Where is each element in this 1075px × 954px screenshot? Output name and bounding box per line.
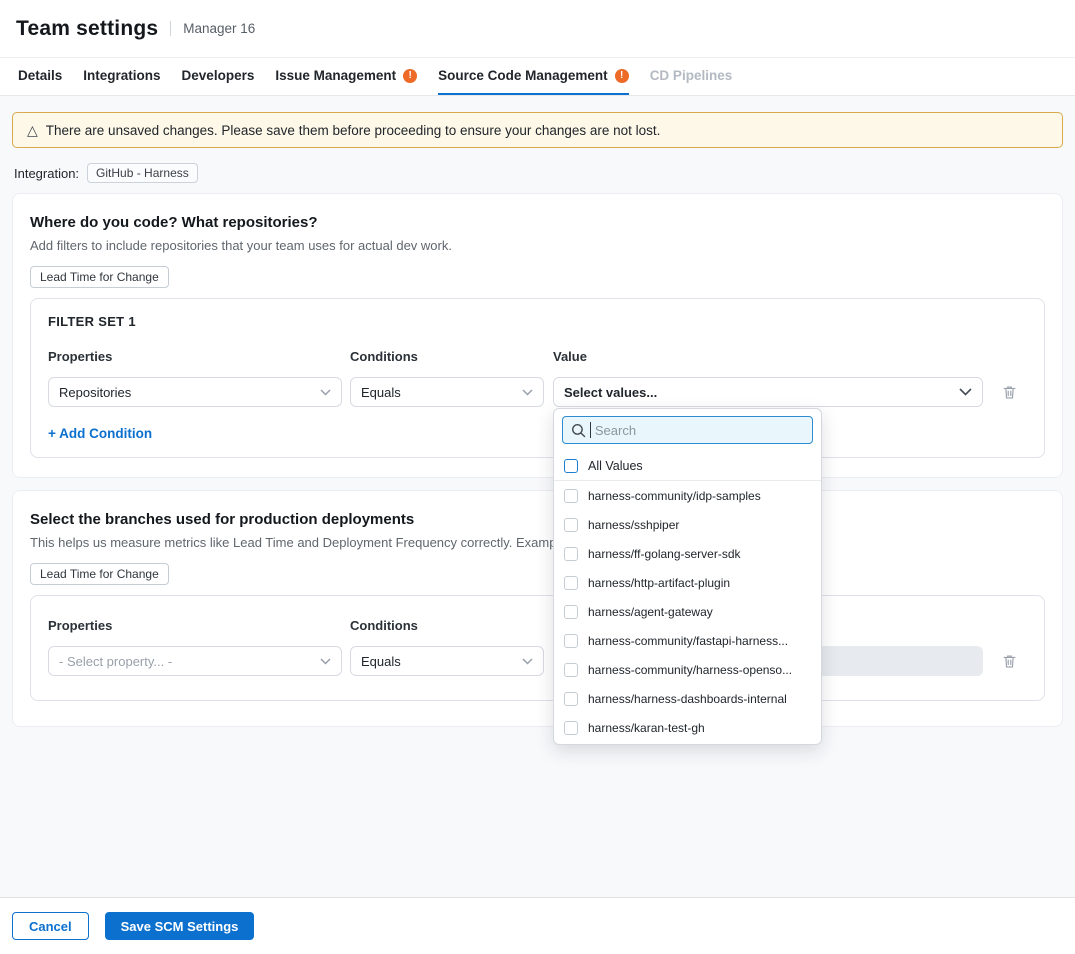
condition-select[interactable]: Equals: [350, 646, 544, 676]
branches-section: Select the branches used for production …: [12, 490, 1063, 727]
unsaved-changes-banner: △ There are unsaved changes. Please save…: [12, 112, 1063, 148]
tab-source-code-management[interactable]: Source Code Management !: [438, 58, 629, 95]
save-scm-settings-button[interactable]: Save SCM Settings: [105, 912, 255, 940]
team-settings-page: Team settings Manager 16 Details Integra…: [0, 0, 1075, 954]
tab-integrations[interactable]: Integrations: [83, 58, 160, 95]
checkbox[interactable]: [564, 721, 578, 735]
trash-icon: [1001, 653, 1018, 670]
list-item[interactable]: harness/karan-test-gh: [554, 713, 821, 742]
section-title: Where do you code? What repositories?: [30, 214, 1045, 231]
value-select[interactable]: Select values...: [553, 377, 983, 407]
property-select[interactable]: Repositories: [48, 377, 342, 407]
filter-set-title: FILTER SET 1: [48, 314, 1027, 329]
list-item[interactable]: harness-community/harness-openso...: [554, 655, 821, 684]
list-item-label: harness/ff-golang-server-sdk: [588, 547, 741, 561]
tab-bar: Details Integrations Developers Issue Ma…: [0, 57, 1075, 96]
chevron-down-icon: [320, 389, 331, 396]
section-title: Select the branches used for production …: [30, 511, 1045, 528]
list-item[interactable]: harness/harness-dashboards-internal: [554, 684, 821, 713]
trash-icon: [1001, 384, 1018, 401]
all-values-option[interactable]: All Values: [554, 451, 821, 481]
filter-column-labels: Properties Conditions Value: [48, 349, 1027, 364]
list-item[interactable]: harness/http-artifact-plugin: [554, 568, 821, 597]
footer-actions: Cancel Save SCM Settings: [12, 912, 254, 940]
tab-cd-pipelines: CD Pipelines: [650, 58, 733, 95]
delete-filter-button[interactable]: [1001, 653, 1018, 670]
warning-badge-icon: !: [403, 69, 417, 83]
checkbox[interactable]: [564, 459, 578, 473]
list-item[interactable]: harness/internal-grid-dashboard: [554, 742, 821, 745]
footer-divider: [0, 897, 1075, 898]
conditions-label: Conditions: [350, 349, 544, 364]
property-select[interactable]: - Select property... -: [48, 646, 342, 676]
banner-text: There are unsaved changes. Please save t…: [46, 123, 661, 138]
dropdown-search[interactable]: [562, 416, 813, 444]
page-subtitle: Manager 16: [170, 21, 255, 36]
list-item[interactable]: harness/sshpiper: [554, 510, 821, 539]
filter-set-branches: Properties Conditions - Select property.…: [30, 595, 1045, 701]
page-header: Team settings Manager 16: [0, 0, 1075, 57]
dropdown-list: harness-community/idp-samples harness/ss…: [554, 481, 821, 745]
checkbox[interactable]: [564, 518, 578, 532]
list-item[interactable]: harness/agent-gateway: [554, 597, 821, 626]
list-item-label: harness/sshpiper: [588, 518, 679, 532]
value-select-dropdown: All Values harness-community/idp-samples…: [553, 408, 822, 745]
list-item-label: harness/agent-gateway: [588, 605, 713, 619]
chevron-down-icon: [522, 389, 533, 396]
warning-badge-icon: !: [615, 69, 629, 83]
condition-select[interactable]: Equals: [350, 377, 544, 407]
warning-triangle-icon: △: [27, 123, 38, 137]
filter-row: - Select property... - Equals: [48, 646, 1027, 676]
list-item[interactable]: harness/ff-golang-server-sdk: [554, 539, 821, 568]
section-subtitle: Add filters to include repositories that…: [30, 238, 1045, 253]
filter-row: Repositories Equals Select values...: [48, 377, 1027, 407]
checkbox[interactable]: [564, 663, 578, 677]
list-item-label: harness/harness-dashboards-internal: [588, 692, 787, 706]
checkbox[interactable]: [564, 605, 578, 619]
chevron-down-icon: [522, 658, 533, 665]
checkbox[interactable]: [564, 576, 578, 590]
list-item-label: harness-community/idp-samples: [588, 489, 761, 503]
list-item-label: harness/karan-test-gh: [588, 721, 705, 735]
lead-time-chip: Lead Time for Change: [30, 266, 169, 288]
delete-filter-button[interactable]: [1001, 384, 1018, 401]
checkbox[interactable]: [564, 547, 578, 561]
filter-column-labels: Properties Conditions: [48, 618, 1027, 633]
properties-label: Properties: [48, 349, 342, 364]
properties-label: Properties: [48, 618, 342, 633]
checkbox[interactable]: [564, 634, 578, 648]
checkbox[interactable]: [564, 692, 578, 706]
search-icon: [571, 423, 586, 438]
list-item[interactable]: harness-community/fastapi-harness...: [554, 626, 821, 655]
tab-details[interactable]: Details: [18, 58, 62, 95]
repositories-section: Where do you code? What repositories? Ad…: [12, 193, 1063, 478]
list-item-label: harness-community/fastapi-harness...: [588, 634, 788, 648]
list-item-label: harness/http-artifact-plugin: [588, 576, 730, 590]
tab-issue-management[interactable]: Issue Management !: [275, 58, 417, 95]
filter-set-1: FILTER SET 1 Properties Conditions Value…: [30, 298, 1045, 458]
list-item[interactable]: harness-community/idp-samples: [554, 481, 821, 510]
chevron-down-icon: [959, 388, 972, 396]
integration-label: Integration:: [14, 166, 79, 181]
lead-time-chip: Lead Time for Change: [30, 563, 169, 585]
all-values-label: All Values: [588, 459, 643, 473]
search-input[interactable]: [595, 423, 804, 438]
integration-chip[interactable]: GitHub - Harness: [87, 163, 198, 183]
conditions-label: Conditions: [350, 618, 544, 633]
checkbox[interactable]: [564, 489, 578, 503]
page-title: Team settings: [16, 17, 158, 41]
text-cursor: [590, 422, 591, 438]
section-subtitle: This helps us measure metrics like Lead …: [30, 535, 1045, 550]
list-item-label: harness-community/harness-openso...: [588, 663, 792, 677]
value-label: Value: [553, 349, 983, 364]
integration-row: Integration: GitHub - Harness: [14, 163, 198, 183]
add-condition-button[interactable]: + Add Condition: [48, 426, 1027, 441]
chevron-down-icon: [320, 658, 331, 665]
tab-developers[interactable]: Developers: [182, 58, 255, 95]
cancel-button[interactable]: Cancel: [12, 912, 89, 940]
